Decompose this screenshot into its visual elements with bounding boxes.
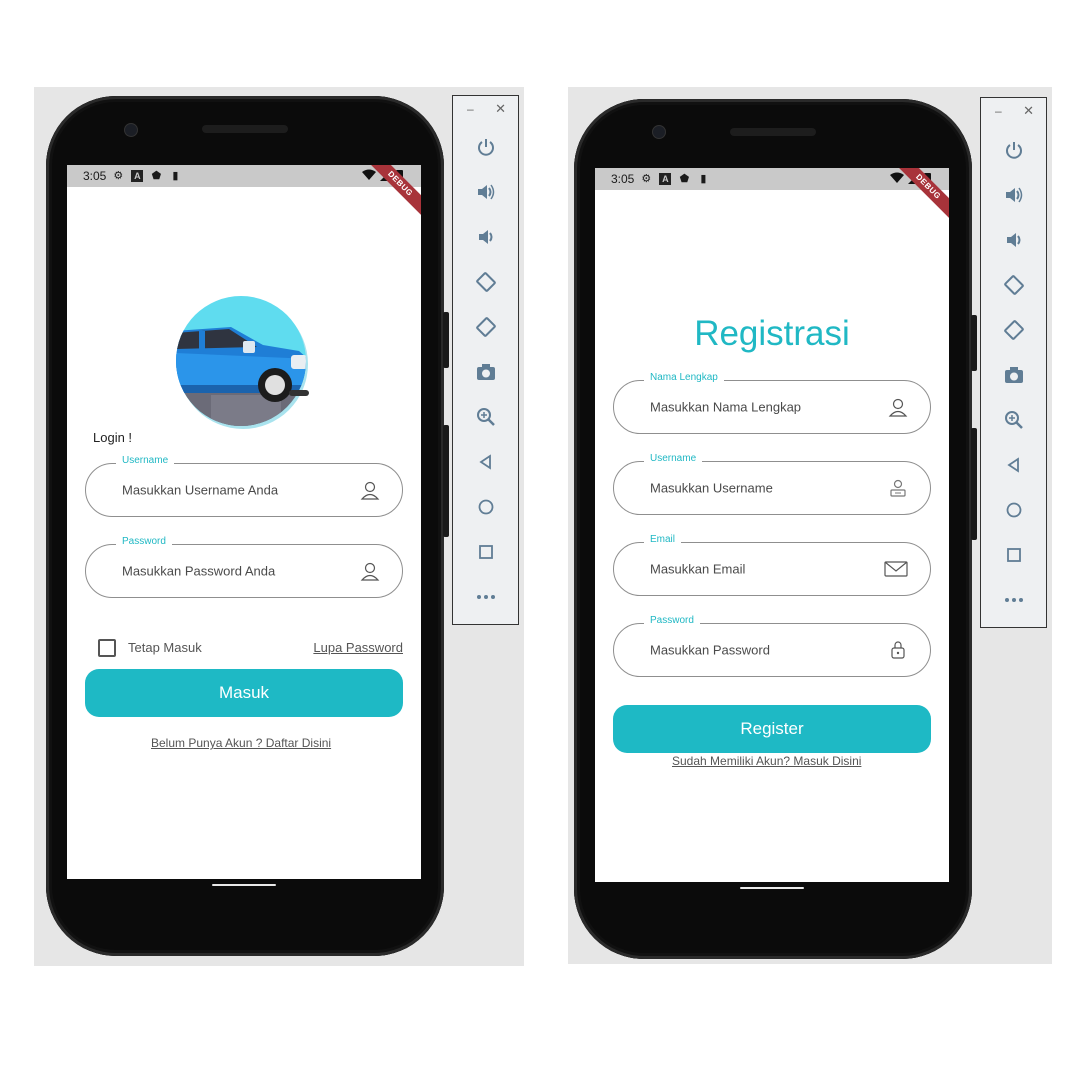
person-icon [360, 562, 380, 581]
username-placeholder: Masukkan Username Anda [122, 482, 279, 498]
envelope-icon [884, 561, 908, 577]
rotate-left-icon[interactable] [473, 269, 499, 295]
car-illustration [176, 296, 309, 429]
full-name-field[interactable]: Nama Lengkap Masukkan Nama Lengkap [613, 372, 931, 434]
minimize-icon[interactable]: – [467, 102, 474, 116]
power-icon[interactable] [473, 134, 499, 160]
password-placeholder: Masukkan Password Anda [122, 563, 276, 579]
email-label: Email [644, 534, 682, 545]
login-title: Login ! [93, 430, 133, 445]
rotate-right-icon[interactable] [1001, 317, 1027, 343]
remember-checkbox[interactable] [98, 639, 116, 657]
minimize-icon[interactable]: – [995, 104, 1002, 118]
email-placeholder: Masukkan Email [650, 561, 746, 577]
password-label: Password [644, 615, 700, 626]
window-controls: – ✕ [453, 101, 518, 118]
camera-icon[interactable] [473, 359, 499, 385]
zoom-icon[interactable] [473, 404, 499, 430]
full-name-label: Nama Lengkap [644, 372, 724, 383]
full-name-placeholder: Masukkan Nama Lengkap [650, 399, 802, 415]
person-icon [360, 481, 380, 500]
right-nav-home-bar[interactable] [740, 887, 804, 889]
right-phone-power-key [971, 315, 977, 371]
username-field[interactable]: Username Masukkan Username [613, 453, 931, 515]
left-phone-speaker [202, 125, 288, 133]
shield-icon: ⬟ [151, 170, 162, 182]
left-phone-screen: 3:05 ⚙ A ⬟ ▮ DEBUG Login ! Username Masu… [67, 165, 421, 879]
close-icon[interactable]: ✕ [495, 101, 506, 117]
overview-icon[interactable] [473, 539, 499, 565]
status-bar: 3:05 ⚙ A ⬟ ▮ DEBUG [67, 165, 421, 221]
back-icon[interactable] [473, 449, 499, 475]
page-title: Registrasi [694, 314, 850, 353]
window-controls: – ✕ [981, 103, 1046, 120]
status-time: 3:05 [83, 169, 107, 183]
zoom-icon[interactable] [1001, 407, 1027, 433]
settings-icon: ⚙ [641, 173, 652, 185]
username-placeholder: Masukkan Username [650, 480, 773, 496]
overview-icon[interactable] [1001, 542, 1027, 568]
back-icon[interactable] [1001, 452, 1027, 478]
right-emulator-toolbar: – ✕ [980, 97, 1047, 628]
volume-down-icon[interactable] [1001, 227, 1027, 253]
shield-icon: ⬟ [679, 173, 690, 185]
right-phone-volume-key [971, 428, 977, 540]
password-field[interactable]: Password Masukkan Password [613, 615, 931, 677]
settings-icon: ⚙ [113, 170, 124, 182]
email-field[interactable]: Email Masukkan Email [613, 534, 931, 596]
right-phone-speaker [730, 128, 816, 136]
register-link[interactable]: Belum Punya Akun ? Daftar Disini [151, 736, 331, 750]
password-placeholder: Masukkan Password [650, 642, 770, 658]
sd-card-icon: ▮ [172, 170, 179, 182]
forgot-password-link[interactable]: Lupa Password [313, 640, 403, 655]
more-icon[interactable] [473, 584, 499, 610]
user-badge-icon [890, 479, 906, 497]
password-field[interactable]: Password Masukkan Password Anda [85, 536, 403, 598]
volume-up-icon[interactable] [473, 179, 499, 205]
person-icon [888, 398, 908, 417]
power-icon[interactable] [1001, 137, 1027, 163]
wifi-icon [362, 169, 376, 180]
username-label: Username [644, 453, 703, 464]
login-button[interactable]: Masuk [85, 669, 403, 717]
left-phone-camera [124, 123, 138, 137]
remember-label: Tetap Masuk [128, 640, 202, 655]
sd-card-icon: ▮ [700, 173, 707, 185]
username-label: Username [116, 455, 175, 466]
close-icon[interactable]: ✕ [1023, 103, 1034, 119]
lock-icon [891, 641, 905, 659]
left-phone-volume-key [443, 425, 449, 537]
status-bar: 3:05 ⚙ A ⬟ ▮ DEBUG [595, 168, 949, 224]
left-nav-home-bar[interactable] [212, 884, 276, 886]
rotate-left-icon[interactable] [1001, 272, 1027, 298]
login-link[interactable]: Sudah Memiliki Akun? Masuk Disini [672, 754, 861, 768]
volume-up-icon[interactable] [1001, 182, 1027, 208]
volume-down-icon[interactable] [473, 224, 499, 250]
right-phone-camera [652, 125, 666, 139]
rotate-right-icon[interactable] [473, 314, 499, 340]
username-field[interactable]: Username Masukkan Username Anda [85, 455, 403, 517]
register-button[interactable]: Register [613, 705, 931, 753]
home-icon[interactable] [1001, 497, 1027, 523]
wifi-icon [890, 172, 904, 183]
camera-icon[interactable] [1001, 362, 1027, 388]
app-a-icon: A [131, 170, 144, 182]
right-phone-screen: 3:05 ⚙ A ⬟ ▮ DEBUG Registrasi Nama Lengk… [595, 168, 949, 882]
left-phone-power-key [443, 312, 449, 368]
app-a-icon: A [659, 173, 672, 185]
home-icon[interactable] [473, 494, 499, 520]
more-icon[interactable] [1001, 587, 1027, 613]
password-label: Password [116, 536, 172, 547]
left-emulator-toolbar: – ✕ [452, 95, 519, 625]
status-time: 3:05 [611, 172, 635, 186]
